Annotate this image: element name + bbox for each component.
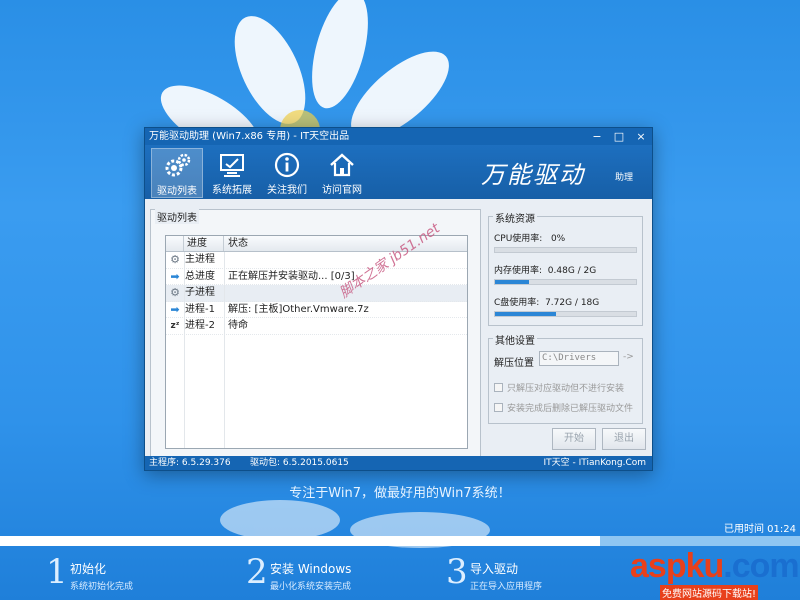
status-bar: 主程序: 6.5.29.376 驱动包: 6.5.2015.0615 IT天空 … (145, 456, 652, 470)
window-title: 万能驱动助理 (Win7.x86 专用) - IT天空出品 (149, 131, 350, 142)
checkbox-box (494, 383, 503, 392)
toolbar-website-button[interactable]: 访问官网 (316, 148, 368, 198)
column-header-progress[interactable]: 进度 (184, 236, 224, 251)
arrow-right-icon: ➡ (170, 269, 180, 283)
close-button[interactable]: × (634, 128, 648, 145)
system-resources-title: 系统资源 (493, 210, 537, 225)
exit-button[interactable]: 退出 (602, 428, 646, 450)
driver-pack-label: 驱动包: 6.5.2015.0615 (250, 458, 349, 468)
toolbar-driver-list-button[interactable]: 驱动列表 (151, 148, 203, 198)
info-icon (274, 152, 300, 178)
brand-logo-text: 万能驱动 (481, 161, 585, 189)
delete-after-install-checkbox[interactable]: 安装完成后删除已解压驱动文件 (494, 401, 633, 414)
monitor-icon (220, 154, 244, 177)
disk-usage-bar (494, 311, 637, 317)
other-settings-title: 其他设置 (493, 332, 537, 347)
disk-usage-label: C盘使用率: 7.72G / 18G (494, 298, 600, 308)
gear-icon: ⚙ (170, 253, 180, 266)
home-icon (330, 153, 354, 177)
driver-list-title: 驱动列表 (155, 209, 199, 224)
table-row[interactable]: ➡ 总进度 正在解压并安装驱动... [0/3] (166, 269, 467, 285)
table-row[interactable]: ⚙ 主进程 (166, 252, 467, 269)
table-row[interactable]: ➡ 进程-1 解压: [主板]Other.Vmware.7z (166, 302, 467, 318)
toolbar-system-extend-button[interactable]: 系统拓展 (206, 148, 258, 198)
install-progress-bar (0, 536, 800, 546)
toolbar-follow-us-button[interactable]: 关注我们 (261, 148, 313, 198)
browse-arrow-button[interactable]: -> (623, 352, 634, 362)
driver-list-panel: 驱动列表 进度 状态 ⚙ 主进程 ➡ 总进度 正在解压并安装驱动... [0/3… (150, 209, 481, 457)
elapsed-time: 已用时间 01:24 (724, 524, 796, 535)
table-row[interactable]: ⚙ 子进程 (166, 285, 467, 302)
driver-assistant-window: 万能驱动助理 (Win7.x86 专用) - IT天空出品 − □ × 驱动列表 (144, 127, 653, 471)
brand-subtitle: 助理 (615, 173, 634, 183)
main-program-label: 主程序: 6.5.29.376 (149, 458, 231, 468)
window-titlebar: 万能驱动助理 (Win7.x86 专用) - IT天空出品 − □ × (145, 128, 652, 145)
maximize-button[interactable]: □ (612, 128, 626, 145)
memory-usage-bar (494, 279, 637, 285)
company-link[interactable]: IT天空 - ITianKong.Com (543, 456, 646, 470)
other-settings-panel: 其他设置 解压位置 C:\Drivers -> 只解压对应驱动但不进行安装 安装… (488, 332, 643, 424)
extract-location-label: 解压位置 (494, 358, 534, 369)
main-toolbar: 驱动列表 系统拓展 关注我们 访问官网 万能驱动 助理 (145, 145, 652, 199)
sleep-icon: zᶻ (170, 321, 180, 331)
start-button[interactable]: 开始 (552, 428, 596, 450)
table-row[interactable]: zᶻ 进程-2 待命 (166, 318, 467, 335)
gears-icon (165, 153, 191, 177)
cpu-usage-label: CPU使用率: 0% (494, 234, 566, 244)
arrow-right-icon: ➡ (170, 302, 180, 316)
minimize-button[interactable]: − (590, 128, 604, 145)
slogan-text: 专注于Win7，做最好用的Win7系统！ (289, 486, 511, 501)
aspku-watermark-subtitle: 免费网站源码下载站! (660, 585, 759, 600)
aspku-watermark-logo: aspku.com (630, 547, 800, 585)
cpu-usage-bar (494, 247, 637, 253)
memory-usage-label: 内存使用率: 0.48G / 2G (494, 266, 597, 276)
checkbox-box (494, 403, 503, 412)
driver-progress-table[interactable]: 进度 状态 ⚙ 主进程 ➡ 总进度 正在解压并安装驱动... [0/3] ⚙ 子… (165, 235, 468, 449)
extract-only-checkbox[interactable]: 只解压对应驱动但不进行安装 (494, 381, 624, 394)
system-resources-panel: 系统资源 CPU使用率: 0% 内存使用率: 0.48G / 2G C盘使用率:… (488, 210, 643, 326)
extract-path-field[interactable]: C:\Drivers (539, 351, 619, 366)
gear-icon: ⚙ (170, 286, 180, 299)
